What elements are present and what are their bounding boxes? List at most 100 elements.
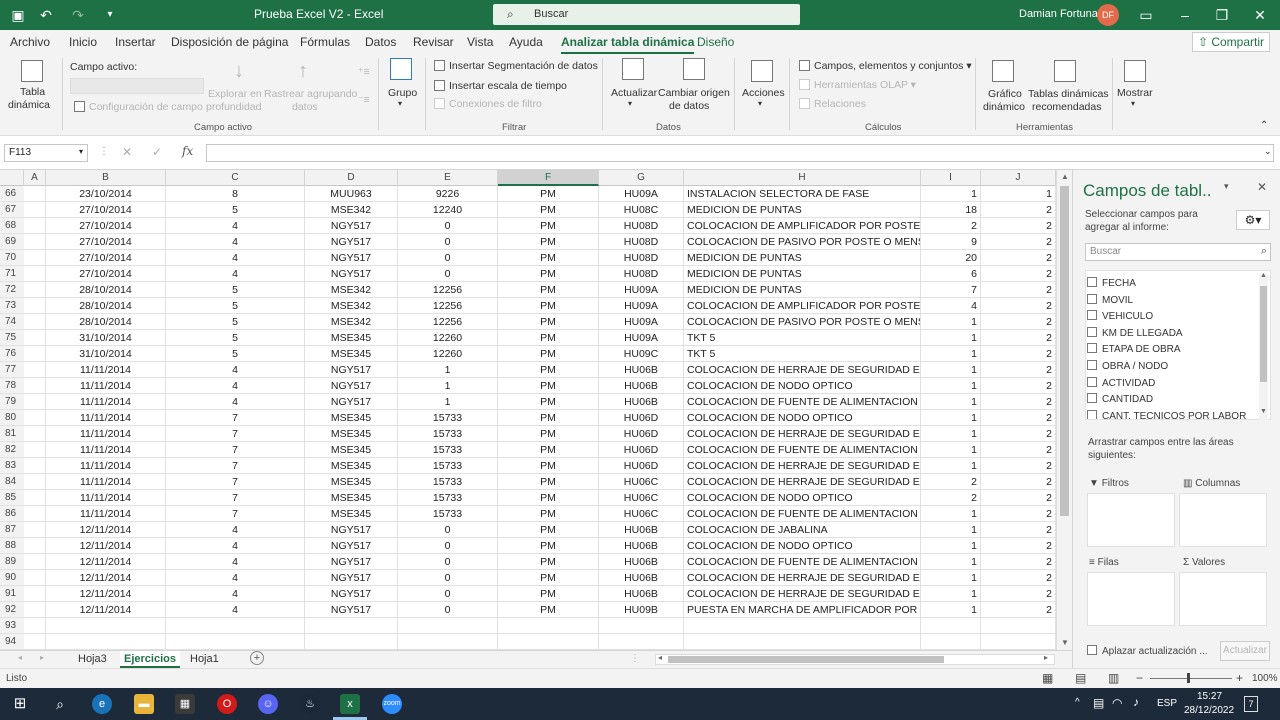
cell-h[interactable]: COLOCACION DE NODO OPTICO bbox=[684, 410, 921, 426]
cell-i[interactable]: 7 bbox=[921, 282, 981, 298]
update-button[interactable]: Actualizar bbox=[1220, 641, 1270, 661]
recommended-pivots-icon[interactable] bbox=[1054, 60, 1076, 82]
cell-d[interactable]: NGY517 bbox=[305, 250, 398, 266]
tab-disposicion[interactable]: Disposición de página bbox=[171, 35, 288, 49]
checkbox-icon[interactable] bbox=[1087, 409, 1097, 419]
cell-g[interactable]: HU06D bbox=[599, 458, 684, 474]
tab-datos[interactable]: Datos bbox=[365, 35, 396, 49]
refresh-button[interactable]: Actualizar bbox=[611, 87, 657, 99]
cell-i[interactable]: 1 bbox=[921, 570, 981, 586]
row-header[interactable]: 93 bbox=[0, 618, 24, 634]
notifications-icon[interactable]: 7 bbox=[1244, 696, 1258, 712]
cell-h[interactable]: MEDICION DE PUNTAS bbox=[684, 266, 921, 282]
cell-b[interactable]: 12/11/2014 bbox=[46, 586, 166, 602]
row-header[interactable]: 70 bbox=[0, 250, 24, 266]
cell-a[interactable] bbox=[24, 426, 46, 442]
clock-time[interactable]: 15:27 bbox=[1197, 691, 1222, 702]
defer-update-checkbox[interactable]: Aplazar actualización ... bbox=[1087, 645, 1208, 657]
cell-b[interactable]: 11/11/2014 bbox=[46, 458, 166, 474]
zoom-level[interactable]: 100% bbox=[1252, 673, 1278, 684]
store-icon[interactable]: ▦ bbox=[175, 694, 195, 714]
cell-e[interactable]: 12256 bbox=[398, 298, 498, 314]
cell-c[interactable]: 4 bbox=[166, 554, 305, 570]
field-list-scrollbar[interactable]: ▲ ▼ bbox=[1259, 272, 1268, 420]
cell-a[interactable] bbox=[24, 202, 46, 218]
checkbox-icon[interactable] bbox=[1087, 360, 1097, 370]
cell-a[interactable] bbox=[24, 282, 46, 298]
cell-i[interactable]: 1 bbox=[921, 394, 981, 410]
cell-a[interactable] bbox=[24, 586, 46, 602]
cell-f[interactable]: PM bbox=[498, 218, 599, 234]
cell-j[interactable]: 2 bbox=[981, 554, 1056, 570]
volume-icon[interactable]: ♪ bbox=[1133, 695, 1139, 709]
cell-h[interactable]: COLOCACION DE FUENTE DE ALIMENTACION ST bbox=[684, 554, 921, 570]
cell-f[interactable]: PM bbox=[498, 266, 599, 282]
cell-b[interactable]: 11/11/2014 bbox=[46, 506, 166, 522]
cell-e[interactable]: 15733 bbox=[398, 410, 498, 426]
cell-d[interactable]: NGY517 bbox=[305, 538, 398, 554]
cell-c[interactable]: 7 bbox=[166, 458, 305, 474]
cell-i[interactable]: 1 bbox=[921, 538, 981, 554]
cell-j[interactable]: 2 bbox=[981, 266, 1056, 282]
cell-i[interactable] bbox=[921, 618, 981, 634]
cell-f[interactable]: PM bbox=[498, 250, 599, 266]
cell-a[interactable] bbox=[24, 570, 46, 586]
cell-b[interactable]: 23/10/2014 bbox=[46, 186, 166, 202]
cell-a[interactable] bbox=[24, 522, 46, 538]
cell-j[interactable]: 2 bbox=[981, 378, 1056, 394]
row-header[interactable]: 85 bbox=[0, 490, 24, 506]
cell-e[interactable]: 0 bbox=[398, 266, 498, 282]
cell-d[interactable]: MSE342 bbox=[305, 202, 398, 218]
tab-archivo[interactable]: Archivo bbox=[10, 35, 50, 49]
scroll-down-icon[interactable]: ▼ bbox=[1260, 408, 1267, 415]
row-header[interactable]: 86 bbox=[0, 506, 24, 522]
vertical-scrollbar[interactable]: ▲ ▼ bbox=[1056, 170, 1072, 650]
cell-h[interactable]: COLOCACION DE HERRAJE DE SEGURIDAD EN A bbox=[684, 426, 921, 442]
cell-b[interactable]: 11/11/2014 bbox=[46, 490, 166, 506]
zoom-app-icon[interactable]: zoom bbox=[382, 694, 402, 714]
pivot-field-item[interactable]: ETAPA DE OBRA bbox=[1087, 343, 1181, 355]
cell-f[interactable]: PM bbox=[498, 298, 599, 314]
tab-diseno[interactable]: Diseño bbox=[697, 35, 734, 49]
customize-toolbar-icon[interactable]: ▾ bbox=[102, 7, 118, 23]
cell-j[interactable]: 2 bbox=[981, 330, 1056, 346]
rows-drop-area[interactable] bbox=[1087, 572, 1175, 626]
cell-c[interactable]: 8 bbox=[166, 186, 305, 202]
scroll-right-icon[interactable]: ▸ bbox=[1044, 653, 1048, 662]
filter-connections-button[interactable]: Conexiones de filtro bbox=[434, 98, 542, 110]
olap-tools-button[interactable]: Herramientas OLAP ▾ bbox=[799, 79, 916, 91]
pivot-chart-icon[interactable] bbox=[992, 60, 1014, 82]
cell-g[interactable]: HU09A bbox=[599, 282, 684, 298]
cell-f[interactable]: PM bbox=[498, 394, 599, 410]
cell-f[interactable]: PM bbox=[498, 410, 599, 426]
cell-b[interactable]: 28/10/2014 bbox=[46, 314, 166, 330]
cell-g[interactable]: HU06D bbox=[599, 442, 684, 458]
scroll-thumb[interactable] bbox=[1060, 186, 1069, 516]
cell-j[interactable]: 2 bbox=[981, 346, 1056, 362]
pivot-table-label[interactable]: Tabla bbox=[20, 86, 45, 98]
cell-d[interactable]: MSE345 bbox=[305, 474, 398, 490]
zoom-slider-thumb[interactable] bbox=[1187, 673, 1190, 683]
cell-c[interactable]: 5 bbox=[166, 202, 305, 218]
cell-i[interactable]: 2 bbox=[921, 490, 981, 506]
cell-g[interactable]: HU09B bbox=[599, 602, 684, 618]
cell-e[interactable]: 1 bbox=[398, 394, 498, 410]
cell-d[interactable] bbox=[305, 618, 398, 634]
cell-e[interactable]: 15733 bbox=[398, 490, 498, 506]
row-header[interactable]: 76 bbox=[0, 346, 24, 362]
cell-c[interactable]: 7 bbox=[166, 426, 305, 442]
cell-f[interactable]: PM bbox=[498, 570, 599, 586]
opera-icon[interactable]: O bbox=[217, 694, 237, 714]
cell-g[interactable] bbox=[599, 634, 684, 650]
row-header[interactable]: 91 bbox=[0, 586, 24, 602]
cell-c[interactable] bbox=[166, 634, 305, 650]
cell-e[interactable]: 0 bbox=[398, 602, 498, 618]
row-header[interactable]: 75 bbox=[0, 330, 24, 346]
cell-d[interactable]: NGY517 bbox=[305, 586, 398, 602]
cell-d[interactable]: MSE342 bbox=[305, 282, 398, 298]
cell-c[interactable]: 4 bbox=[166, 250, 305, 266]
cell-d[interactable]: NGY517 bbox=[305, 266, 398, 282]
cell-c[interactable]: 7 bbox=[166, 474, 305, 490]
cell-e[interactable]: 12260 bbox=[398, 346, 498, 362]
tab-analizar-tabla-dinamica[interactable]: Analizar tabla dinámica bbox=[561, 35, 695, 54]
